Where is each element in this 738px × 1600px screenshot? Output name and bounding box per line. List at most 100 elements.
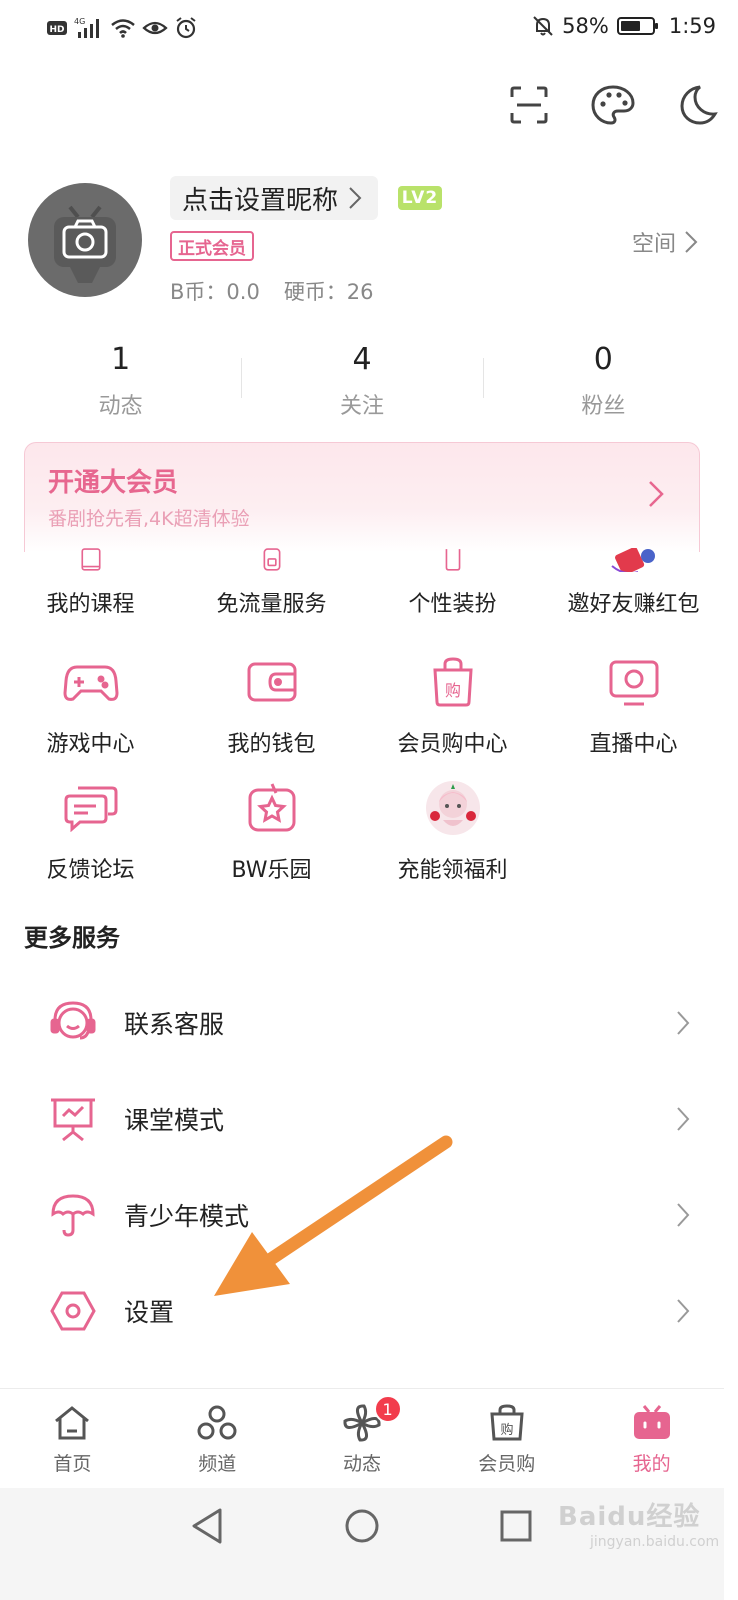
status-right: 58% 1:59 (532, 14, 716, 38)
svg-text:4G: 4G (74, 17, 85, 26)
grid-item-wallet[interactable]: 我的钱包 (181, 652, 362, 758)
live-tv-icon (604, 652, 664, 712)
stat-label: 动态 (98, 394, 143, 419)
tab-label: 我的 (632, 1453, 671, 1475)
grid-label: BW乐园 (231, 858, 312, 883)
stat-following[interactable]: 4 关注 (241, 340, 482, 420)
grid-item-charge-benefit[interactable]: 充能领福利 (362, 778, 543, 884)
svg-text:购: 购 (500, 1422, 513, 1438)
grid-label: 免流量服务 (216, 592, 327, 617)
alarm-icon (176, 17, 196, 39)
vip-title: 开通大会员 (48, 468, 179, 498)
grid-item-live-center[interactable]: 直播中心 (543, 652, 724, 758)
grid-label: 游戏中心 (46, 732, 135, 757)
stat-value: 1 (111, 342, 131, 377)
list-label: 课堂模式 (124, 1106, 225, 1135)
stat-fans[interactable]: 0 粉丝 (482, 340, 724, 420)
grid-label: 会员购中心 (397, 732, 508, 757)
svg-text:HD: HD (49, 25, 64, 35)
tab-label: 动态 (342, 1453, 381, 1475)
battery-percent: 58% (562, 14, 609, 38)
channel-icon (197, 1405, 237, 1440)
coin-label: 硬币：26 (283, 280, 374, 304)
home-circle-icon[interactable] (344, 1508, 380, 1544)
chevron-right-icon (649, 481, 664, 507)
invite-red-packet-icon (604, 548, 664, 572)
stat-label: 粉丝 (581, 394, 626, 419)
chevron-right-icon (677, 1011, 690, 1035)
grid-label: 反馈论坛 (46, 858, 135, 883)
member-badge[interactable]: 正式会员 (170, 231, 254, 261)
grid-item-bw-park[interactable]: BW乐园 (181, 778, 362, 884)
svg-text:购: 购 (444, 681, 460, 700)
tab-mine[interactable]: 我的 (579, 1389, 724, 1488)
nickname-label: 点击设置昵称 (182, 185, 339, 216)
grid-label: 邀好友赚红包 (567, 592, 700, 617)
list-label: 青少年模式 (124, 1202, 250, 1231)
grid-item-outfit[interactable]: 个性装扮 (362, 548, 543, 618)
scan-icon[interactable] (504, 80, 554, 130)
signal-4g-icon: 4G (74, 17, 99, 38)
grid-item-invite[interactable]: 邀好友赚红包 (543, 548, 724, 618)
grid-item-shop-center[interactable]: 购 会员购中心 (362, 652, 543, 758)
service-grid-row-1: 我的课程 免流量服务 个性装扮 邀好友赚红包 (0, 548, 724, 618)
chevron-right-icon (677, 1203, 690, 1227)
grid-label: 直播中心 (589, 732, 678, 757)
tab-shop[interactable]: 购 会员购 (434, 1389, 579, 1488)
grid-item-free-data[interactable]: 免流量服务 (181, 548, 362, 618)
status-bar: HD 4G 58% 1:59 (0, 0, 738, 64)
notification-badge: 1 (373, 1395, 402, 1423)
course-icon (61, 548, 121, 572)
avatar[interactable] (28, 183, 142, 297)
palette-icon[interactable] (588, 80, 638, 130)
stat-value: 0 (593, 342, 613, 377)
section-title-more-services: 更多服务 (24, 924, 120, 952)
grid-item-course[interactable]: 我的课程 (0, 548, 181, 618)
list-item-settings[interactable]: 设置 (0, 1263, 724, 1359)
divider (241, 358, 243, 398)
list-item-teen-mode[interactable]: 青少年模式 (0, 1167, 724, 1263)
recent-apps-icon[interactable] (500, 1510, 532, 1542)
chevron-right-icon (677, 1107, 690, 1131)
mine-tv-icon (633, 1405, 670, 1439)
stat-label: 关注 (339, 394, 384, 419)
grid-item-feedback[interactable]: 反馈论坛 (0, 778, 181, 884)
night-mode-icon[interactable] (672, 80, 722, 130)
tab-channel[interactable]: 频道 (145, 1389, 290, 1488)
chevron-right-icon (349, 187, 362, 209)
shopping-bag-icon: 购 (423, 652, 483, 712)
home-icon (55, 1406, 90, 1440)
space-link[interactable]: 空间 (632, 226, 698, 258)
back-icon[interactable] (190, 1506, 226, 1546)
headset-icon (48, 998, 98, 1048)
battery-icon (616, 17, 658, 35)
space-label: 空间 (631, 232, 676, 257)
tab-label: 会员购 (478, 1453, 536, 1475)
list-item-classroom-mode[interactable]: 课堂模式 (0, 1071, 724, 1167)
gamepad-icon (61, 652, 121, 712)
watermark-sub: jingyan.baidu.com (590, 1534, 720, 1550)
clock: 1:59 (668, 14, 716, 38)
mute-bell-icon (533, 16, 553, 36)
grid-item-game-center[interactable]: 游戏中心 (0, 652, 181, 758)
status-icons: HD 4G (46, 16, 198, 40)
grid-label: 充能领福利 (397, 858, 508, 883)
outfit-icon (423, 548, 483, 572)
stat-dynamic[interactable]: 1 动态 (0, 340, 241, 420)
umbrella-icon (48, 1190, 98, 1240)
shop-icon: 购 (490, 1404, 524, 1441)
chevron-right-icon (685, 231, 698, 253)
list-item-contact-service[interactable]: 联系客服 (0, 975, 724, 1071)
grid-label: 我的钱包 (227, 732, 316, 757)
bottom-tab-bar: 首页 频道 1 动态 购 会员购 我的 (0, 1388, 724, 1488)
tab-label: 首页 (53, 1453, 92, 1475)
stat-value: 4 (352, 342, 372, 377)
nickname-button[interactable]: 点击设置昵称 (170, 176, 379, 220)
tab-dynamic[interactable]: 1 动态 (290, 1389, 435, 1488)
wifi-icon (111, 19, 135, 38)
level-badge: LV2 (398, 186, 442, 210)
hd-icon: HD (47, 21, 67, 35)
tab-home[interactable]: 首页 (0, 1389, 145, 1488)
feedback-icon (61, 778, 121, 838)
list-label: 联系客服 (124, 1010, 225, 1039)
